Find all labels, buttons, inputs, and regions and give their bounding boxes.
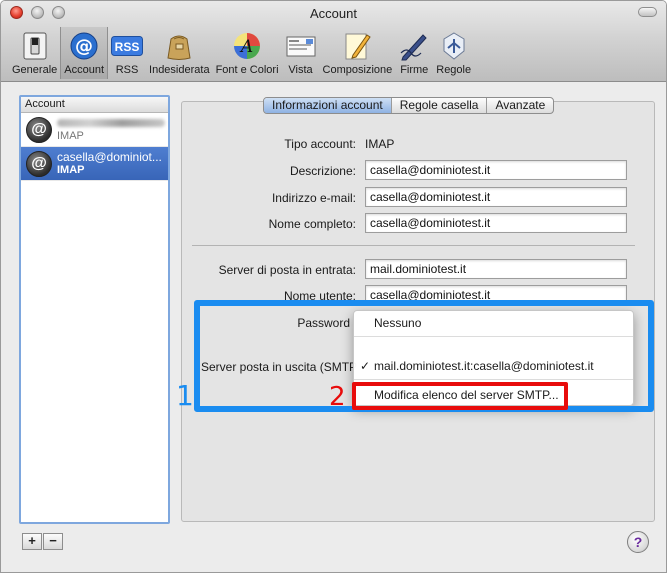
toolbar-item-firme[interactable]: Firme [395,27,433,79]
signature-pen-icon [398,30,430,62]
toolbar-label: Regole [436,64,472,76]
incoming-server-label: Server di posta in entrata: [218,263,356,277]
tab-avanzate[interactable]: Avanzate [487,98,553,113]
account-row[interactable]: @ IMAP [21,113,168,147]
help-button[interactable]: ? [627,531,649,553]
toolbar-item-vista[interactable]: Vista [282,27,320,79]
account-name: casella@dominiot... [57,150,162,164]
preferences-window: Account Generale @ Account RSS RSS Indes… [0,0,667,573]
annotation-highlight-red [352,382,568,410]
toolbar-item-generale[interactable]: Generale [9,27,60,79]
svg-text:@: @ [75,36,93,57]
at-sign-icon: @ [68,30,100,62]
toolbar-label: Firme [400,64,429,76]
rss-icon: RSS [111,30,144,62]
account-tabs: Informazioni account Regole casella Avan… [263,97,555,114]
toolbar-toggle-button[interactable] [638,7,657,17]
at-sign-icon: @ [26,117,52,143]
junk-bag-icon [163,30,195,62]
description-label: Descrizione: [289,164,356,178]
toolbar-label: Vista [288,64,313,76]
account-type-label: Tipo account: [284,137,356,151]
annotation-number-2: 2 [329,382,346,412]
svg-text:RSS: RSS [115,40,140,54]
toolbar-label: Generale [12,64,58,76]
accounts-list[interactable]: Account @ IMAP @ casella@dominiot... IMA… [19,95,170,524]
toolbar-item-regole[interactable]: Regole [433,27,474,79]
at-sign-icon: @ [26,151,52,177]
toolbar-label: Account [64,64,105,76]
svg-text:A: A [239,37,253,57]
annotation-number-1: 1 [176,379,194,412]
tab-informazioni-account[interactable]: Informazioni account [264,98,392,113]
toolbar-item-indesiderata[interactable]: Indesiderata [146,27,213,79]
add-account-button[interactable]: + [22,533,42,550]
toolbar-label: Composizione [322,64,393,76]
preferences-toolbar: Generale @ Account RSS RSS Indesiderata [9,27,474,79]
remove-account-button[interactable]: − [43,533,63,550]
compose-pencil-icon [341,30,373,62]
account-type-value: IMAP [365,137,395,151]
incoming-server-field[interactable]: mail.dominiotest.it [365,259,627,279]
title-toolbar-area: Account Generale @ Account RSS RSS Indes… [1,1,666,82]
accounts-list-header: Account [21,97,168,113]
toolbar-item-rss[interactable]: RSS RSS [108,27,146,79]
account-type: IMAP [57,130,84,142]
account-row-selected[interactable]: @ casella@dominiot... IMAP [21,147,168,181]
description-field[interactable]: casella@dominiotest.it [365,160,627,180]
email-label: Indirizzo e-mail: [271,191,356,205]
toolbar-label: Indesiderata [149,64,210,76]
toolbar-label: RSS [115,64,139,76]
toolbar-item-account[interactable]: @ Account [60,27,109,79]
tab-regole-casella[interactable]: Regole casella [392,98,488,113]
window-title: Account [310,6,357,21]
light-switch-icon [19,30,51,62]
fullname-field[interactable]: casella@dominiotest.it [365,213,627,233]
email-field[interactable]: casella@dominiotest.it [365,187,627,207]
fullname-label: Nome completo: [268,217,356,231]
redacted-account-name [57,119,165,127]
toolbar-item-font-colori[interactable]: A Font e Colori [213,27,282,79]
account-type: IMAP [57,164,85,176]
vista-icon [285,30,317,62]
font-colors-icon: A [231,30,263,62]
rules-icon [438,30,470,62]
toolbar-item-composizione[interactable]: Composizione [320,27,396,79]
toolbar-label: Font e Colori [215,64,279,76]
section-divider [192,245,635,246]
